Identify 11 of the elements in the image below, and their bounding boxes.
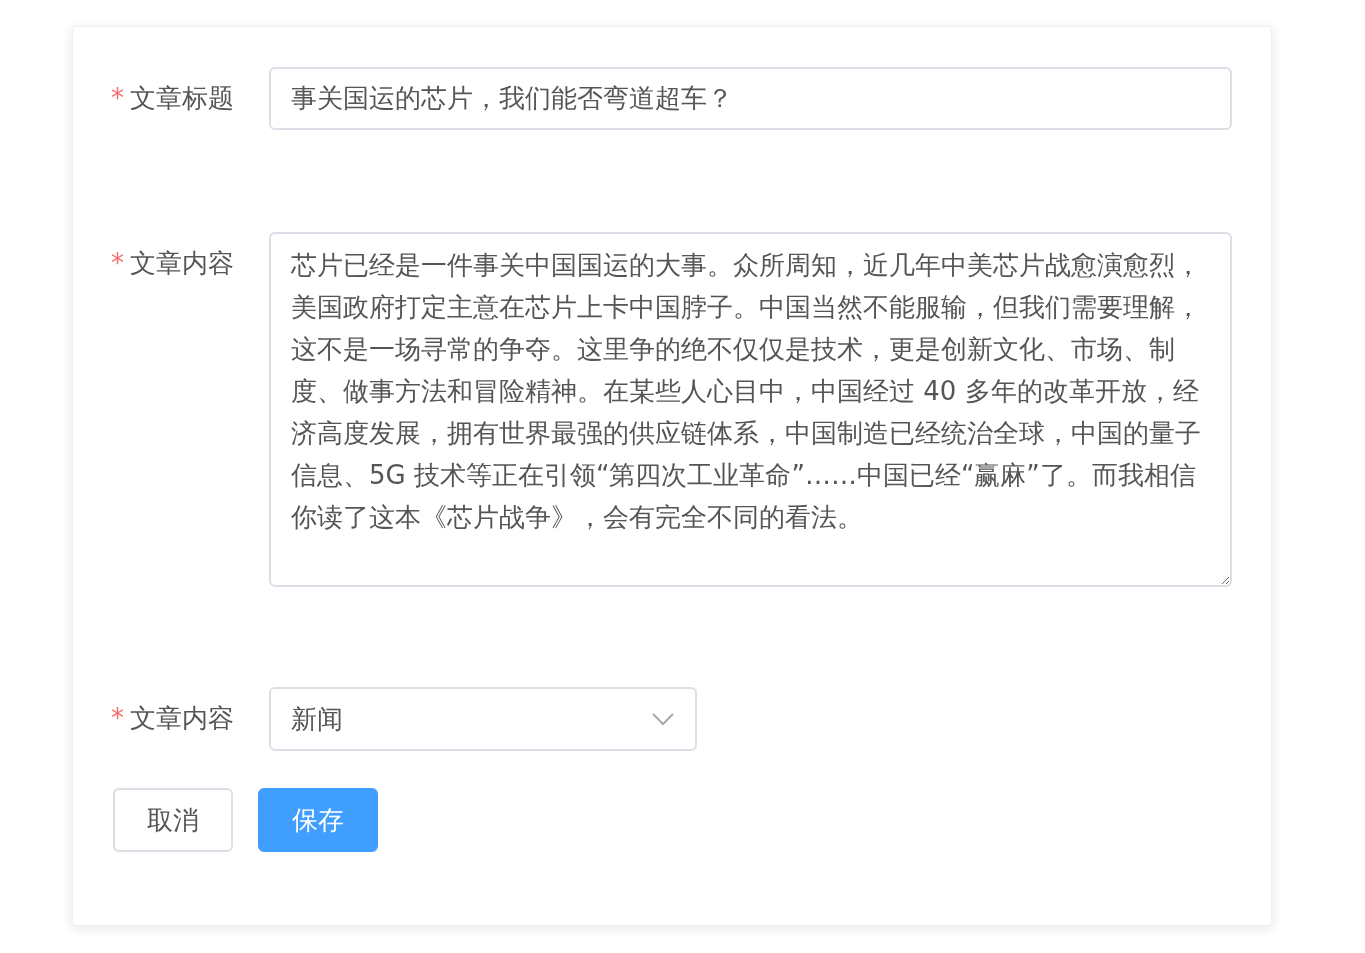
cancel-button[interactable]: 取消 <box>113 788 233 852</box>
category-select[interactable]: 新闻 <box>269 687 697 751</box>
required-mark: * <box>111 247 124 280</box>
required-mark: * <box>111 82 124 115</box>
field-label: 文章内容 <box>130 247 234 280</box>
field-label: 文章标题 <box>130 82 234 115</box>
content-textarea[interactable]: 芯片已经是一件事关中国国运的大事。众所周知，近几年中美芯片战愈演愈烈，美国政府打定主意在芯片上卡中国脖子。中国当然不能服输，但我们需要理解，这不是一场寻常的争夺。这里争的绝不仅仅是技术，更是创新文化、市场、制度、做事方法和冒险精神。在某些人心目中，中国经过 40 多年的改革开放，经济高度发展，拥有世界最强的供应链体系，中国制造已经统治全球，中国的量子信息、5G 技术等正在引领“第四次工业革命”……中国已经“赢麻”了。而我相信你读了这本《芯片战争》，会有完全不同的看法。 <box>269 232 1232 587</box>
chevron-down-icon <box>651 712 675 726</box>
required-mark: * <box>111 702 124 735</box>
field-label: 文章内容 <box>130 702 234 735</box>
title-input[interactable]: 事关国运的芯片，我们能否弯道超车？ <box>269 67 1232 130</box>
